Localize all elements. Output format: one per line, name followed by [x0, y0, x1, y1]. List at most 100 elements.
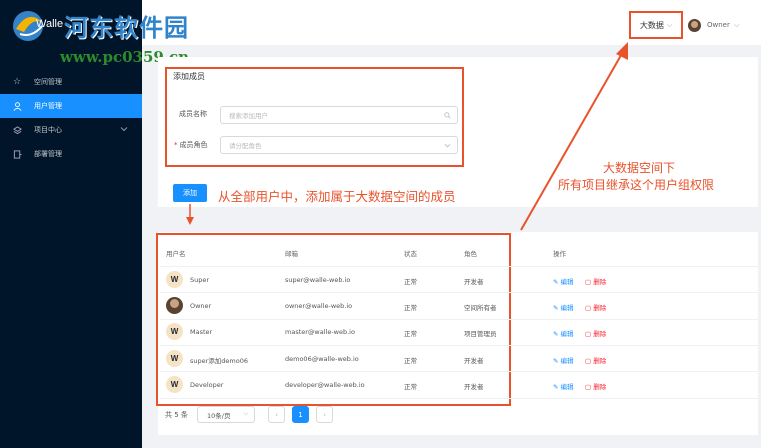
avatar: W [166, 350, 183, 367]
row-divider [160, 345, 758, 346]
trash-icon: ▢ [585, 278, 594, 286]
member-role-select[interactable]: 请分配角色 [220, 136, 458, 154]
row-divider [160, 371, 758, 372]
cell-status: 正常 [404, 357, 417, 365]
add-member-button[interactable]: 添加 [173, 184, 207, 202]
delete-button[interactable]: ▢ 删除 [585, 276, 606, 286]
edit-button[interactable]: ✎ 编辑 [553, 328, 574, 338]
col-actions: 操作 [553, 250, 566, 258]
row-divider [160, 319, 758, 320]
chevron-down-icon: ⌵ [666, 20, 673, 29]
brand-name: Walle [36, 18, 64, 30]
add-annotation: 从全部用户中，添加属于大数据空间的成员 [218, 189, 456, 204]
next-page-button[interactable]: › [316, 406, 333, 423]
trash-icon: ▢ [585, 330, 594, 338]
sidebar-item-projects[interactable]: 项目中心 [0, 118, 142, 142]
sidebar-item-label: 部署管理 [34, 150, 62, 158]
edit-icon: ✎ [553, 357, 561, 365]
layers-icon [12, 125, 22, 135]
trash-icon: ▢ [585, 357, 594, 365]
space-selector-label: 大数据 [639, 20, 664, 30]
space-annotation-line2: 所有项目继承这个用户组权限 [558, 178, 715, 192]
member-name-label: 成员名称 [179, 110, 207, 118]
sidebar-item-label: 项目中心 [34, 126, 62, 134]
member-role-label: * 成员角色 [174, 141, 208, 149]
cell-email: demo06@walle-web.io [285, 355, 359, 363]
cell-role: 开发者 [464, 278, 484, 286]
avatar: W [166, 376, 183, 393]
sidebar: Walle ☆ 空间管理 用户管理 项目中心 部署管理 [0, 0, 142, 448]
space-annotation-line1: 大数据空间下 [603, 161, 676, 175]
cell-role: 开发者 [464, 357, 484, 365]
cell-email: master@walle-web.io [285, 328, 355, 336]
cell-email: super@walle-web.io [285, 276, 351, 284]
chevron-down-icon: ⌵ [243, 410, 248, 417]
cell-username: Developer [190, 381, 224, 389]
delete-button[interactable]: ▢ 删除 [585, 355, 606, 365]
chevron-down-icon [443, 141, 452, 150]
avatar: W [166, 323, 183, 340]
delete-button[interactable]: ▢ 删除 [585, 328, 606, 338]
edit-icon: ✎ [553, 278, 561, 286]
cell-email: owner@walle-web.io [285, 302, 353, 310]
user-name: Owner [707, 21, 730, 29]
edit-button[interactable]: ✎ 编辑 [553, 355, 574, 365]
sidebar-item-label: 空间管理 [34, 78, 62, 86]
member-search-placeholder: 搜索添加用户 [229, 112, 268, 120]
edit-button[interactable]: ✎ 编辑 [553, 381, 574, 391]
sidebar-item-deploy[interactable]: 部署管理 [0, 142, 142, 166]
avatar: W [166, 271, 183, 288]
edit-icon: ✎ [553, 304, 561, 312]
page-size-select[interactable]: 10条/页 ⌵ [197, 406, 255, 423]
cell-status: 正常 [404, 304, 417, 312]
cell-status: 正常 [404, 330, 417, 338]
cell-email: developer@walle-web.io [285, 381, 365, 389]
pagination-total: 共 5 条 [165, 411, 188, 419]
row-divider [160, 292, 758, 293]
sidebar-item-label: 用户管理 [34, 102, 62, 110]
form-title: 添加成员 [173, 72, 205, 81]
cell-status: 正常 [404, 278, 417, 286]
member-role-placeholder: 请分配角色 [229, 142, 262, 150]
page-1-button[interactable]: 1 [292, 406, 309, 423]
member-search-input[interactable]: 搜索添加用户 [220, 106, 458, 124]
cell-status: 正常 [404, 383, 417, 391]
star-icon: ☆ [12, 77, 22, 87]
chevron-down-icon [120, 127, 128, 132]
chevron-down-icon: ⌵ [731, 21, 740, 29]
delete-button[interactable]: ▢ 删除 [585, 381, 606, 391]
sidebar-item-users[interactable]: 用户管理 [0, 94, 142, 118]
cell-role: 空间所有者 [464, 304, 497, 312]
space-selector[interactable]: 大数据 ⌵ [629, 11, 683, 39]
cell-username: Owner [190, 302, 212, 310]
prev-page-button[interactable]: ‹ [268, 406, 285, 423]
col-role: 角色 [464, 250, 477, 258]
row-divider [160, 266, 758, 267]
edit-button[interactable]: ✎ 编辑 [553, 276, 574, 286]
cell-username: Master [190, 328, 213, 336]
avatar[interactable] [688, 19, 701, 32]
cell-username: super添加demo06 [190, 357, 249, 365]
cell-username: Super [190, 276, 210, 284]
sidebar-nav: ☆ 空间管理 用户管理 项目中心 部署管理 [0, 70, 142, 166]
col-username: 用户名 [166, 250, 186, 258]
user-menu[interactable]: Owner ⌵ [707, 21, 739, 30]
sidebar-item-space[interactable]: ☆ 空间管理 [0, 70, 142, 94]
page-size-value: 10条/页 [207, 411, 231, 420]
trash-icon: ▢ [585, 304, 594, 312]
delete-button[interactable]: ▢ 删除 [585, 302, 606, 312]
avatar [166, 297, 183, 314]
cell-role: 项目管理员 [464, 330, 497, 338]
edit-icon: ✎ [553, 383, 561, 391]
user-icon [12, 101, 22, 111]
edit-button[interactable]: ✎ 编辑 [553, 302, 574, 312]
col-status: 状态 [404, 250, 417, 258]
cell-role: 开发者 [464, 383, 484, 391]
trash-icon: ▢ [585, 383, 594, 391]
row-divider [160, 398, 758, 399]
watermark-title: 河东软件园 [64, 13, 189, 42]
search-icon [443, 111, 452, 120]
arrow-down-icon [186, 204, 194, 225]
edit-icon: ✎ [553, 330, 561, 338]
deploy-icon [12, 149, 22, 159]
